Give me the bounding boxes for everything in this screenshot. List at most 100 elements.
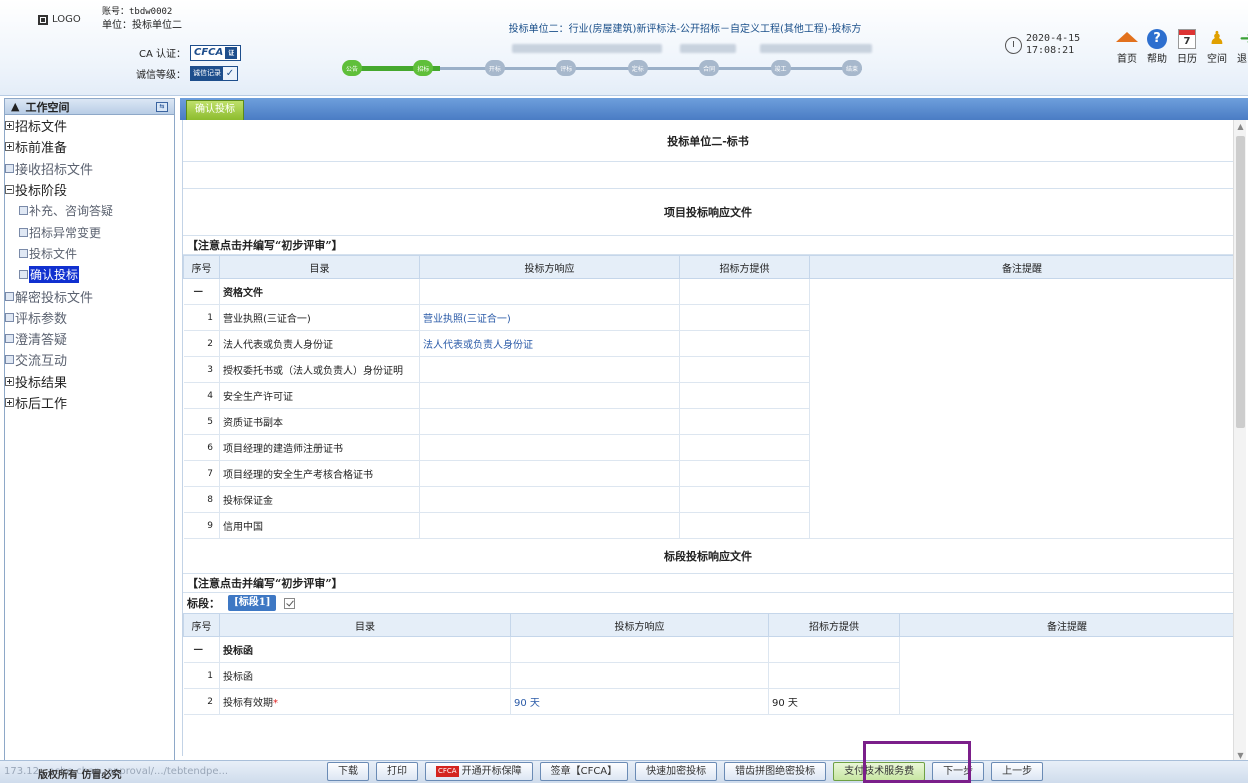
leaf-icon (19, 270, 28, 280)
row-number: 5 (183, 408, 220, 435)
sidebar-item[interactable]: 招标文件 (5, 115, 174, 136)
nav-label: 日历 (1177, 54, 1197, 65)
expand-icon (5, 121, 14, 131)
toolbar-button[interactable]: 打印 (376, 762, 418, 781)
provide-cell (768, 636, 900, 663)
item-name[interactable]: 投标函 (219, 662, 511, 689)
leaf-icon (5, 355, 14, 365)
response-cell (419, 382, 680, 409)
sidebar-item[interactable]: 澄清答疑 (5, 328, 174, 349)
calendar-icon: 7 (1178, 29, 1196, 49)
nav-home[interactable]: 首页 (1115, 28, 1139, 65)
lot-note: 【注意点击并编写“初步评审”】 (183, 574, 1233, 593)
sidebar-item[interactable]: 标前准备 (5, 136, 174, 157)
sidebar-item[interactable]: 标后工作 (5, 392, 174, 413)
row-number: 3 (183, 356, 220, 383)
cert-info: CA 认证： CFCA 证 诚信等级： 诚信记录 ✓ (118, 42, 242, 84)
toolbar-button[interactable]: 支付技术服务费 (833, 762, 926, 781)
response-cell (419, 512, 680, 539)
sidebar-header[interactable]: ▲ 工作空间 ⇆ (5, 99, 174, 115)
item-name[interactable]: 营业执照(三证合一) (219, 304, 420, 331)
toolbar-button[interactable]: 快速加密投标 (635, 762, 718, 781)
item-name[interactable]: 项目经理的安全生产考核合格证书 (219, 460, 420, 487)
toolbar-button[interactable]: 签章【CFCA】 (539, 762, 629, 781)
toolbar-button[interactable]: 下一步 (932, 762, 985, 781)
redacted-strip (512, 44, 662, 53)
tab-confirm-bid[interactable]: 确认投标 (186, 100, 244, 120)
item-name[interactable]: 投标保证金 (219, 486, 420, 513)
response-cell (419, 408, 680, 435)
sidebar-item[interactable]: 招标异常变更 (5, 221, 174, 242)
collapse-arrow-icon: ▲ (11, 100, 20, 113)
vertical-scrollbar[interactable]: ▲ ▼ (1233, 120, 1246, 763)
column-header: 招标方提供 (768, 613, 900, 637)
response-cell[interactable]: 法人代表或负责人身份证 (419, 330, 680, 357)
response-cell[interactable]: 营业执照(三证合一) (419, 304, 680, 331)
required-marker: * (273, 698, 278, 709)
column-header: 投标方响应 (510, 613, 769, 637)
fold-icon[interactable]: ⇆ (156, 101, 168, 112)
lot-tag[interactable]: [标段1] (228, 595, 277, 611)
provide-cell (679, 512, 810, 539)
leaf-icon (5, 312, 14, 322)
toolbar-button[interactable]: 错齿拼图绝密投标 (724, 762, 827, 781)
column-header: 备注提醒 (899, 613, 1233, 637)
sidebar-item[interactable]: 评标参数 (5, 307, 174, 328)
row-number: 1 (183, 304, 220, 331)
lot-section-title: 标段投标响应文件 (183, 539, 1233, 574)
provide-cell (679, 356, 810, 383)
expand-icon (5, 376, 14, 386)
scroll-thumb[interactable] (1236, 136, 1245, 428)
toolbar-button[interactable]: 下载 (327, 762, 369, 781)
sidebar-item[interactable]: 补充、咨询答疑 (5, 200, 174, 221)
response-cell[interactable]: 90 天 (510, 688, 769, 715)
item-name[interactable]: 项目经理的建造师注册证书 (219, 434, 420, 461)
lot-checkbox[interactable] (284, 597, 296, 609)
sidebar-item[interactable]: 投标文件 (5, 243, 174, 264)
response-cell (510, 662, 769, 689)
nav-label: 帮助 (1147, 54, 1167, 65)
spacer-row (183, 162, 1233, 189)
sidebar-item[interactable]: 交流互动 (5, 349, 174, 370)
nav-help[interactable]: ? 帮助 (1145, 28, 1169, 65)
sidebar-item-label: 澄清答疑 (15, 333, 68, 349)
nav-calendar[interactable]: 7 日历 (1175, 28, 1199, 65)
toolbar-button-label: 上一步 (1002, 766, 1033, 777)
column-header: 投标方响应 (419, 255, 680, 279)
credit-badge-text: 诚信记录 (191, 67, 223, 80)
nav-space[interactable]: ♟ 空间 (1205, 28, 1229, 66)
response-cell (419, 434, 680, 461)
item-name[interactable]: 安全生产许可证 (219, 382, 420, 409)
provide-cell (679, 330, 810, 357)
sidebar-item[interactable]: 解密投标文件 (5, 285, 174, 306)
row-number: 2 (183, 688, 220, 715)
item-name-text: 法人代表或负责人身份证 (223, 340, 333, 351)
sidebar-item-label: 确认投标 (29, 266, 80, 284)
sidebar-item[interactable]: 投标结果 (5, 371, 174, 392)
item-name[interactable]: 投标有效期* (219, 688, 511, 715)
sidebar-item[interactable]: 投标阶段 (5, 179, 174, 200)
credit-badge[interactable]: 诚信记录 ✓ (190, 66, 238, 81)
group-name: 资格文件 (219, 278, 420, 305)
column-header: 目录 (219, 613, 511, 637)
sidebar-item[interactable]: 接收招标文件 (5, 158, 174, 179)
toolbar-button[interactable]: 上一步 (991, 762, 1044, 781)
project-section-title: 项目投标响应文件 (183, 189, 1233, 236)
item-name[interactable]: 授权委托书或（法人或负责人）身份证明 (219, 356, 420, 383)
item-name[interactable]: 信用中国 (219, 512, 420, 539)
item-name[interactable]: 法人代表或负责人身份证 (219, 330, 420, 357)
sidebar-item-label: 标前准备 (15, 141, 68, 157)
toolbar-button[interactable]: CFCA 开通开标保障 (425, 762, 533, 781)
cfca-badge[interactable]: CFCA 证 (190, 44, 242, 61)
home-icon (1116, 32, 1138, 42)
row-number: 1 (183, 662, 220, 689)
scroll-up-icon[interactable]: ▲ (1236, 122, 1245, 132)
sidebar-item[interactable]: 确认投标 (5, 264, 174, 285)
item-name[interactable]: 资质证书副本 (219, 408, 420, 435)
row-number: 9 (183, 512, 220, 539)
item-name-text: 信用中国 (223, 522, 263, 533)
group-name: 投标函 (219, 636, 511, 663)
nav-exit[interactable]: ➜ 退出 (1235, 28, 1248, 66)
provide-cell (679, 304, 810, 331)
sidebar-item-label: 接收招标文件 (15, 162, 94, 178)
